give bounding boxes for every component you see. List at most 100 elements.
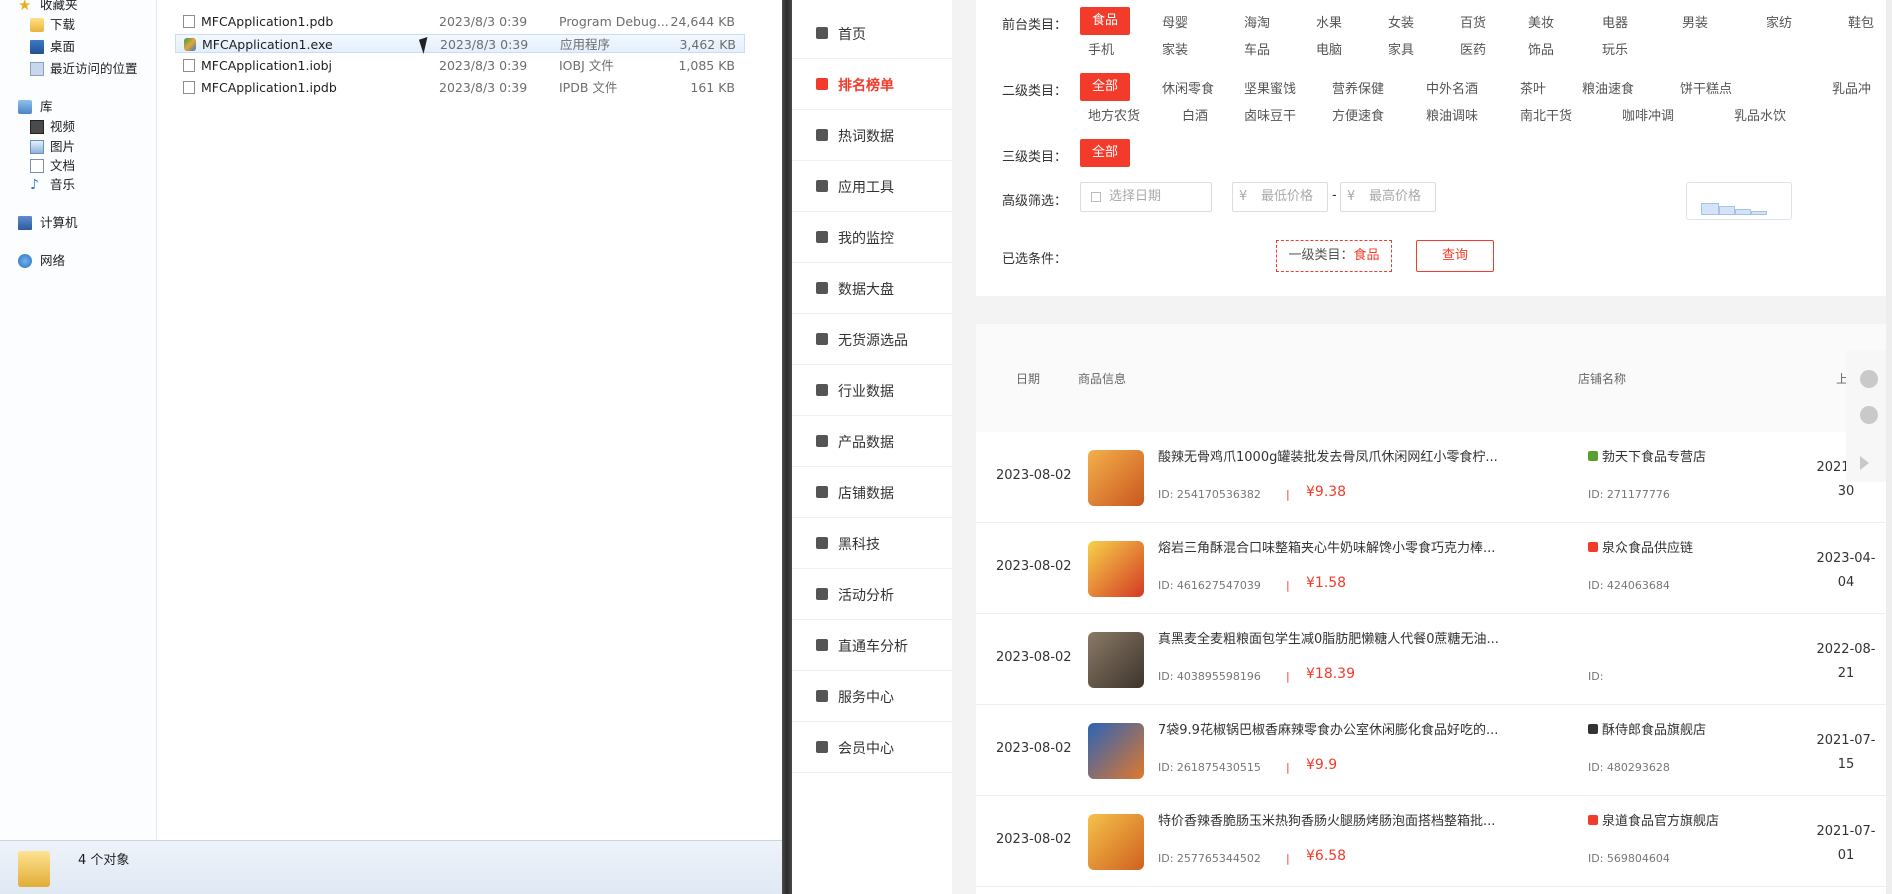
row-date: 2023-08-02 — [996, 832, 1072, 847]
max-price-input[interactable]: ¥ 最高价格 — [1340, 182, 1436, 212]
second-category-option[interactable]: 南北干货 — [1520, 105, 1572, 124]
qq-icon[interactable] — [1860, 406, 1878, 424]
file-type: IPDB 文件 — [559, 80, 618, 95]
second-category-option[interactable]: 中外名酒 — [1426, 78, 1478, 97]
front-category-option[interactable]: 家具 — [1388, 39, 1414, 58]
sidebar-item-label: 店铺数据 — [838, 486, 894, 502]
sidebar-item-label: 直通车分析 — [838, 639, 908, 655]
table-row[interactable]: 2023-08-02 特价香辣香脆肠玉米热狗香肠火腿肠烤肠泡面搭档整箱批... … — [976, 796, 1886, 887]
front-category-option[interactable]: 美妆 — [1528, 12, 1554, 31]
date-picker-input[interactable]: 选择日期 — [1080, 182, 1212, 212]
selected-condition-tag[interactable]: 一级类目：食品 — [1276, 240, 1392, 272]
front-category-option[interactable]: 百货 — [1460, 12, 1486, 31]
sidebar-item-shops[interactable]: 店铺数据 — [792, 467, 952, 518]
shop-name[interactable]: 勃天下食品专营店 — [1602, 446, 1706, 465]
shop-id: 569804604 — [1606, 852, 1670, 865]
product-thumbnail[interactable] — [1088, 541, 1144, 597]
front-category-option[interactable]: 鞋包 — [1848, 12, 1874, 31]
sidebar-item-dashboard[interactable]: 数据大盘 — [792, 263, 952, 314]
second-category-option[interactable]: 营养保健 — [1332, 78, 1384, 97]
filter-panel: 前台类目： 食品 母婴 海淘 水果 女装 百货 美妆 电器 男装 家纺 鞋包 手… — [976, 0, 1886, 296]
second-category-active[interactable]: 全部 — [1080, 73, 1131, 101]
second-category-option[interactable]: 卤味豆干 — [1244, 105, 1296, 124]
second-category-option[interactable]: 乳品冲 — [1832, 78, 1871, 97]
front-category-option[interactable]: 家装 — [1162, 39, 1188, 58]
table-row[interactable]: 2023-08-02 熔岩三角酥混合口味整箱夹心牛奶味解馋小零食巧克力棒... … — [976, 523, 1886, 614]
row-date: 2023-08-02 — [996, 468, 1072, 483]
shop-name[interactable]: 酥侍郎食品旗舰店 — [1602, 719, 1706, 738]
front-category-option[interactable]: 母婴 — [1162, 12, 1188, 31]
sidebar-item-tools[interactable]: 应用工具 — [792, 161, 952, 212]
second-category-option[interactable]: 粮油速食 — [1582, 78, 1634, 97]
wechat-icon[interactable] — [1860, 370, 1878, 388]
front-category-option[interactable]: 电脑 — [1316, 39, 1342, 58]
pictures-icon — [30, 140, 44, 154]
table-row[interactable]: 2023-08-02 7袋9.9花椒锅巴椒香麻辣零食办公室休闲膨化食品好吃的..… — [976, 705, 1886, 796]
second-category-option[interactable]: 咖啡冲调 — [1622, 105, 1674, 124]
sidebar-item-ads[interactable]: 直通车分析 — [792, 620, 952, 671]
product-title[interactable]: 酸辣无骨鸡爪1000g罐装批发去骨凤爪休闲网红小零食柠... — [1158, 446, 1518, 465]
sidebar-item-products[interactable]: 产品数据 — [792, 416, 952, 467]
sidebar-item-home[interactable]: 首页 — [792, 8, 952, 59]
second-category-option[interactable]: 饼干糕点 — [1680, 78, 1732, 97]
product-title[interactable]: 熔岩三角酥混合口味整箱夹心牛奶味解馋小零食巧克力棒... — [1158, 537, 1518, 556]
table-row[interactable]: 2023-08-02 真黑麦全麦粗粮面包学生减0脂肪肥懒糖人代餐0蔗糖无油...… — [976, 614, 1886, 705]
second-category-option[interactable]: 乳品水饮 — [1734, 105, 1786, 124]
price-distribution-mini-chart[interactable] — [1686, 182, 1792, 220]
ranking-table: 日期 商品信息 店铺名称 上架时间 2023-08-02 酸辣无骨鸡爪1000g… — [976, 324, 1886, 894]
front-category-option[interactable]: 男装 — [1682, 12, 1708, 31]
product-thumbnail[interactable] — [1088, 632, 1144, 688]
product-title[interactable]: 7袋9.9花椒锅巴椒香麻辣零食办公室休闲膨化食品好吃的... — [1158, 719, 1518, 738]
sidebar-item-ranking[interactable]: 排名榜单 — [792, 59, 952, 110]
shop-name[interactable]: 泉众食品供应链 — [1602, 537, 1693, 556]
sidebar-item-industry[interactable]: 行业数据 — [792, 365, 952, 416]
nav-recent-label: 最近访问的位置 — [50, 61, 138, 76]
second-category-option[interactable]: 休闲零食 — [1162, 78, 1214, 97]
front-category-active[interactable]: 食品 — [1080, 7, 1131, 35]
shop-name[interactable]: 泉道食品官方旗舰店 — [1602, 810, 1719, 829]
min-price-input[interactable]: ¥ 最低价格 — [1232, 182, 1328, 212]
second-category-option[interactable]: 坚果蜜饯 — [1244, 78, 1296, 97]
sidebar-item-activity[interactable]: 活动分析 — [792, 569, 952, 620]
file-row[interactable]: MFCApplication1.ipdb 2023/8/3 0:39 IPDB … — [175, 78, 745, 97]
sidebar-item-hotwords[interactable]: 热词数据 — [792, 110, 952, 161]
product-thumbnail[interactable] — [1088, 814, 1144, 870]
front-category-option[interactable]: 水果 — [1316, 12, 1342, 31]
front-category-option[interactable]: 手机 — [1088, 39, 1114, 58]
front-category-option[interactable]: 饰品 — [1528, 39, 1554, 58]
front-category-option[interactable]: 医药 — [1460, 39, 1486, 58]
page-scrollbar[interactable] — [1886, 0, 1892, 894]
front-category-option[interactable]: 电器 — [1602, 12, 1628, 31]
third-category-active[interactable]: 全部 — [1080, 139, 1131, 167]
product-title[interactable]: 真黑麦全麦粗粮面包学生减0脂肪肥懒糖人代餐0蔗糖无油... — [1158, 628, 1518, 647]
table-row[interactable]: 2023-08-02 酸辣无骨鸡爪1000g罐装批发去骨凤爪休闲网红小零食柠..… — [976, 432, 1886, 523]
file-row-selected[interactable]: MFCApplication1.exe 2023/8/3 0:39 应用程序 3… — [175, 34, 745, 53]
file-row[interactable]: MFCApplication1.pdb 2023/8/3 0:39 Progra… — [175, 12, 745, 31]
sidebar-item-monitor[interactable]: 我的监控 — [792, 212, 952, 263]
query-button[interactable]: 查询 — [1416, 240, 1494, 272]
second-category-option[interactable]: 方便速食 — [1332, 105, 1384, 124]
status-object-count: 4 个对象 — [78, 853, 130, 868]
sidebar-item-member[interactable]: 会员中心 — [792, 722, 952, 773]
product-title[interactable]: 特价香辣香脆肠玉米热狗香肠火腿肠烤肠泡面搭档整箱批... — [1158, 810, 1518, 829]
front-category-option[interactable]: 女装 — [1388, 12, 1414, 31]
front-category-option[interactable]: 车品 — [1244, 39, 1270, 58]
sidebar-item-dropship[interactable]: 无货源选品 — [792, 314, 952, 365]
histogram-bar — [1751, 211, 1767, 215]
play-arrow-icon[interactable] — [1860, 456, 1869, 470]
file-row[interactable]: MFCApplication1.iobj 2023/8/3 0:39 IOBJ … — [175, 56, 745, 75]
front-category-option[interactable]: 家纺 — [1766, 12, 1792, 31]
computer-icon — [18, 216, 32, 230]
sidebar-item-blacktech[interactable]: 黑科技 — [792, 518, 952, 569]
product-thumbnail[interactable] — [1088, 723, 1144, 779]
front-category-option[interactable]: 海淘 — [1244, 12, 1270, 31]
second-category-option[interactable]: 地方农货 — [1088, 105, 1140, 124]
second-category-option[interactable]: 茶叶 — [1520, 78, 1546, 97]
front-category-option[interactable]: 玩乐 — [1602, 39, 1628, 58]
product-thumbnail[interactable] — [1088, 450, 1144, 506]
sidebar-item-service[interactable]: 服务中心 — [792, 671, 952, 722]
histogram-bar — [1735, 209, 1751, 215]
product-price: ¥1.58 — [1306, 575, 1347, 591]
second-category-option[interactable]: 白酒 — [1182, 105, 1208, 124]
second-category-option[interactable]: 粮油调味 — [1426, 105, 1478, 124]
